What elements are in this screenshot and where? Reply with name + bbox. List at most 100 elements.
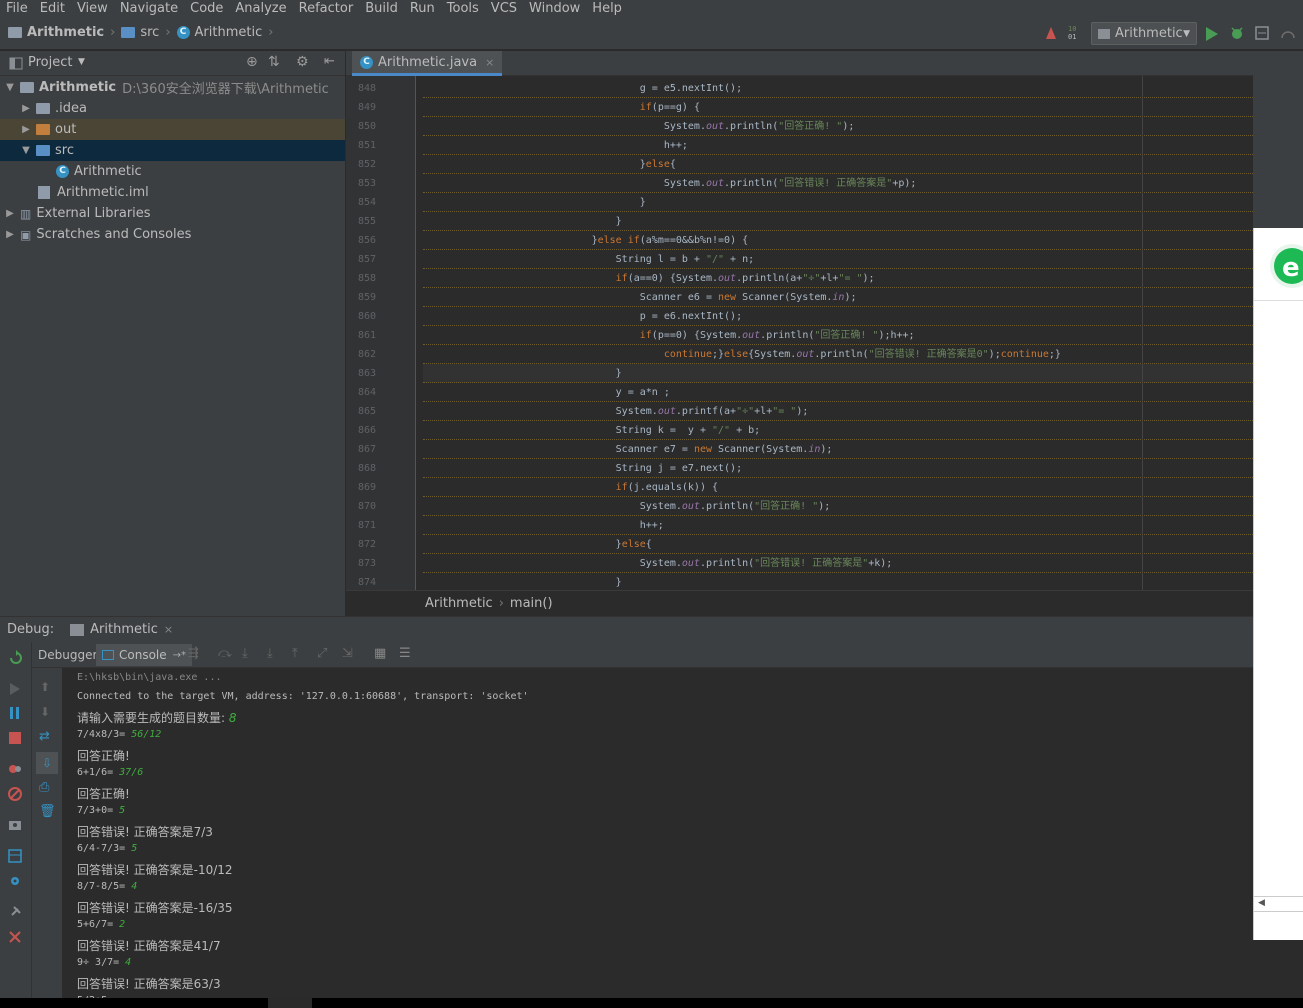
menu-analyze[interactable]: Analyze (229, 0, 292, 17)
mute-breakpoints-icon[interactable] (8, 787, 22, 801)
menu-file[interactable]: File (0, 0, 34, 17)
drop-frame-icon[interactable]: ⤢ (317, 646, 327, 661)
line-number: 864 (357, 387, 376, 398)
code-line-current: } (423, 364, 1253, 383)
hide-panel-icon[interactable]: ⇤ (324, 54, 335, 69)
evaluate-expression-icon[interactable]: ▦ (374, 646, 386, 661)
build-hammer-icon[interactable] (1044, 25, 1058, 41)
menu-refactor[interactable]: Refactor (293, 0, 360, 17)
tab-debugger[interactable]: Debugger (32, 644, 103, 666)
pin-icon[interactable] (8, 905, 22, 919)
tree-item-idea[interactable]: ▶ .idea (0, 98, 345, 119)
menu-tools[interactable]: Tools (441, 0, 485, 17)
console-line: 请输入需要生成的题目数量: 8 (77, 711, 237, 725)
print-icon[interactable]: ⎙ (39, 780, 49, 795)
close-icon[interactable]: × (164, 623, 173, 636)
project-view-label[interactable]: Project (28, 55, 72, 70)
tree-item-label: Arithmetic.iml (57, 185, 149, 200)
taskbar-item[interactable] (268, 998, 312, 1008)
coverage-icon[interactable] (1254, 25, 1270, 41)
breadcrumb-class[interactable]: Arithmetic (195, 25, 263, 40)
console-line: 6/4-7/3= 5 (77, 843, 138, 854)
run-configuration-select[interactable]: Arithmetic ▼ (1091, 22, 1197, 45)
camera-icon[interactable] (8, 818, 22, 832)
code-line: y = a*n ; (423, 383, 1253, 402)
stop-icon[interactable] (8, 731, 22, 745)
pause-icon[interactable] (8, 706, 22, 720)
right-gutter (1253, 51, 1303, 228)
close-icon[interactable]: × (485, 56, 494, 69)
force-step-into-icon[interactable]: ⤓ (267, 646, 273, 661)
menu-code[interactable]: Code (184, 0, 229, 17)
binary-icon[interactable]: 1001 (1068, 24, 1084, 40)
menu-build[interactable]: Build (359, 0, 404, 17)
chevron-down-icon[interactable]: ▼ (78, 57, 85, 67)
arrow-down-icon[interactable]: ⬇ (40, 705, 50, 719)
chevron-left-icon[interactable]: ◀ (1258, 898, 1265, 908)
menu-run[interactable]: Run (404, 0, 441, 17)
editor-tab-arithmetic-java[interactable]: C Arithmetic.java × (352, 51, 503, 76)
menu-vcs[interactable]: VCS (485, 0, 523, 17)
menu-view[interactable]: View (71, 0, 114, 17)
debug-panel-header: Debug: Arithmetic × (0, 616, 1253, 642)
tree-item-out[interactable]: ▶ out (0, 119, 345, 140)
close-icon[interactable] (8, 930, 22, 944)
step-out-icon[interactable]: ⤒ (292, 646, 298, 661)
breadcrumb-src[interactable]: src (140, 25, 159, 40)
menu-bar: File Edit View Navigate Code Analyze Ref… (0, 0, 1303, 17)
tab-console[interactable]: Console →* (96, 644, 193, 666)
chevron-right-icon: ▶ (6, 208, 14, 219)
show-execution-point-icon[interactable]: ⇶ (188, 646, 199, 661)
tree-item-iml[interactable]: Arithmetic.iml (0, 182, 345, 203)
console-line: 8/7-8/5= 4 (77, 881, 138, 892)
pin-tab-icon[interactable]: →* (173, 650, 186, 661)
code-line: }else{ (423, 535, 1253, 554)
locate-target-icon[interactable]: ⊕ (246, 54, 258, 70)
line-number: 849 (357, 102, 376, 113)
console-line: E:\hksb\bin\java.exe ... (77, 672, 222, 683)
browser-floating-widget[interactable]: e ◀ (1253, 228, 1303, 940)
step-into-icon[interactable]: ⤓ (242, 646, 248, 661)
horizontal-scrollbar[interactable]: ◀ (1254, 896, 1303, 912)
browser-logo-icon[interactable]: e (1262, 238, 1303, 294)
resume-icon[interactable] (8, 682, 22, 696)
console-output[interactable]: E:\hksb\bin\java.exe ... Connected to th… (63, 668, 1253, 1008)
layout-icon[interactable] (8, 849, 22, 863)
line-number: 851 (357, 140, 376, 151)
tree-item-root[interactable]: ▼ Arithmetic D:\360安全浏览器下载\Arithmetic (0, 77, 345, 98)
rerun-icon[interactable] (8, 650, 22, 664)
breadcrumb-class[interactable]: Arithmetic (425, 596, 493, 611)
breadcrumb-method[interactable]: main() (510, 596, 553, 611)
chevron-down-icon: ▼ (6, 82, 14, 93)
line-number: 852 (357, 159, 376, 170)
gear-icon[interactable]: ⚙ (296, 54, 309, 70)
arrow-up-icon[interactable]: ⬆ (40, 680, 50, 694)
module-file-icon (38, 186, 50, 199)
menu-window[interactable]: Window (523, 0, 586, 17)
trace-icon[interactable]: ☰ (399, 646, 411, 661)
chevron-right-icon: › (498, 596, 504, 611)
run-icon[interactable] (1205, 26, 1219, 42)
menu-edit[interactable]: Edit (34, 0, 71, 17)
settings-gear-icon[interactable] (8, 874, 22, 888)
tree-item-external-libraries[interactable]: ▶ ▥ External Libraries (0, 203, 345, 224)
debug-bug-icon[interactable] (1229, 25, 1245, 41)
tree-item-src[interactable]: ▼ src (0, 140, 345, 161)
step-over-icon[interactable]: ⤼ (218, 646, 232, 661)
tree-item-arithmetic-class[interactable]: C Arithmetic (0, 161, 345, 182)
view-breakpoints-icon[interactable] (8, 762, 22, 776)
menu-help[interactable]: Help (586, 0, 628, 17)
line-number: 872 (357, 539, 376, 550)
breadcrumb-project[interactable]: Arithmetic (27, 25, 104, 40)
menu-navigate[interactable]: Navigate (114, 0, 184, 17)
collapse-all-icon[interactable]: ⇅ (268, 54, 280, 70)
tree-item-scratches[interactable]: ▶ ▣ Scratches and Consoles (0, 224, 345, 245)
trash-icon[interactable]: 🗑 (39, 804, 56, 819)
svg-text:10: 10 (1068, 25, 1076, 33)
scroll-to-end-icon[interactable]: ⇩ (36, 752, 58, 774)
soft-wrap-icon[interactable]: ⇄ (39, 729, 50, 744)
run-to-cursor-icon[interactable]: ⇲ (342, 646, 353, 661)
code-editor[interactable]: g = e5.nextInt(); if(p==g) { System.out.… (417, 76, 1253, 590)
debug-session-tab[interactable]: Arithmetic (90, 622, 158, 637)
profiler-icon[interactable] (1280, 26, 1296, 42)
